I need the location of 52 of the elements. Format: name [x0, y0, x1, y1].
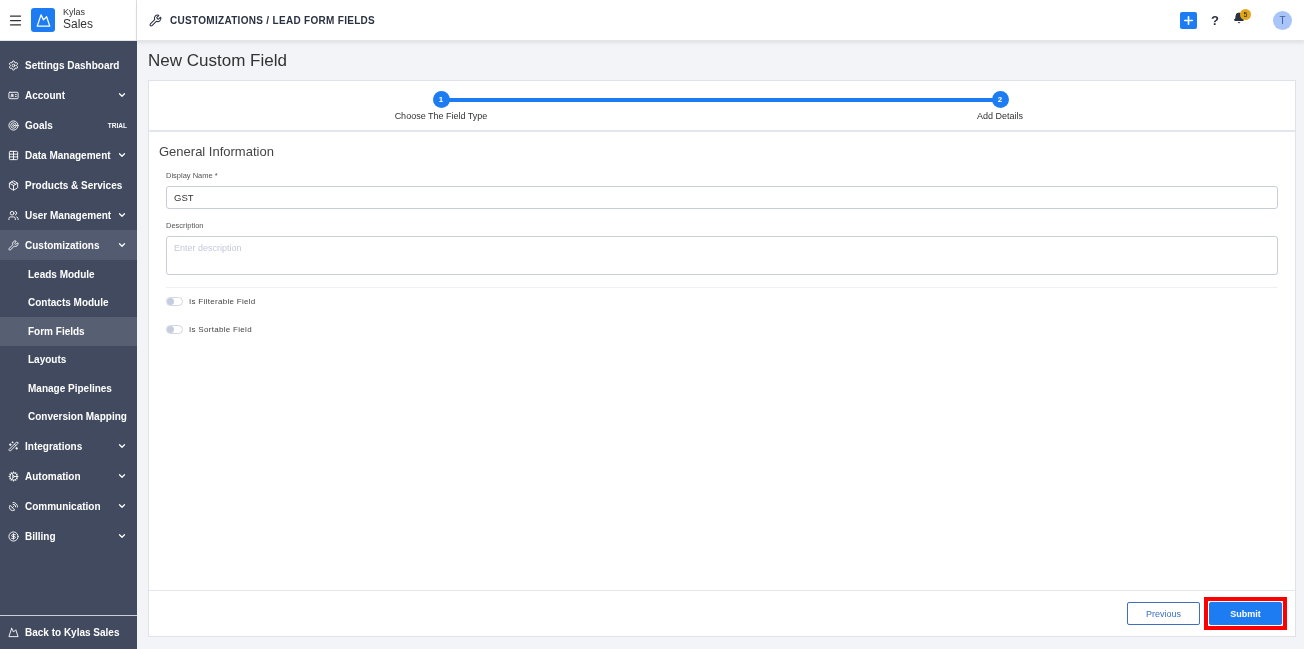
users-icon: [8, 209, 19, 221]
sidebar-subitem[interactable]: Layouts: [0, 345, 137, 374]
menu-icon[interactable]: [8, 12, 23, 28]
sidebar-item[interactable]: Products & Services: [0, 170, 137, 200]
toggle-label: Is Sortable Field: [189, 324, 252, 334]
step-number: 1: [432, 91, 450, 108]
breadcrumb: CUSTOMIZATIONS / LEAD FORM FIELDS: [170, 14, 376, 26]
sidebar-subitem[interactable]: Conversion Mapping: [0, 402, 137, 431]
submit-button[interactable]: Submit: [1209, 602, 1282, 625]
previous-button[interactable]: Previous: [1127, 602, 1200, 625]
sidebar-item[interactable]: Integrations: [0, 431, 137, 461]
settings-icon: [8, 59, 19, 71]
avatar[interactable]: T: [1273, 10, 1292, 30]
cog-icon: [8, 470, 19, 482]
sidebar-item[interactable]: Customizations: [0, 230, 137, 260]
brand-caption: Kylas: [63, 8, 86, 19]
text-field[interactable]: GST: [166, 186, 1278, 209]
sidebar-subitem[interactable]: Form Fields: [0, 317, 137, 346]
section-title: General Information: [159, 144, 275, 159]
logo-icon: [31, 8, 55, 32]
satellite-dish-icon: [8, 500, 19, 512]
sidebar-item[interactable]: Data Management: [0, 140, 137, 170]
sidebar-item[interactable]: Automation: [0, 461, 137, 491]
sidebar-item[interactable]: Communication: [0, 491, 137, 521]
back-link[interactable]: Back to Kylas Sales: [0, 615, 137, 649]
add-button[interactable]: [1180, 11, 1198, 29]
target-icon: [8, 119, 19, 131]
sidebar-item[interactable]: Account: [0, 80, 137, 110]
brand-name: Sales: [63, 18, 94, 32]
help-button[interactable]: ?: [1211, 12, 1219, 28]
sidebar-item[interactable]: User Management: [0, 200, 137, 230]
toggle-label: Is Filterable Field: [189, 297, 256, 306]
sidebar-subitem[interactable]: Leads Module: [0, 260, 137, 289]
step-label: Choose The Field Type: [394, 111, 488, 121]
step-number: 2: [991, 91, 1009, 108]
wrench-icon: [149, 13, 162, 27]
dollar-circle-icon: [8, 530, 19, 542]
sidebar-item[interactable]: Settings Dashboard: [0, 50, 137, 80]
package-icon: [8, 179, 19, 191]
toggle-switch[interactable]: [166, 324, 183, 334]
sidebar-subitem[interactable]: Manage Pipelines: [0, 374, 137, 403]
wand-icon: [8, 440, 19, 452]
logo-icon: [8, 627, 19, 638]
toggle-switch[interactable]: [166, 297, 183, 306]
id-card-icon: [8, 89, 19, 101]
step-label: Add Details: [977, 111, 1023, 121]
page-title: New Custom Field: [148, 51, 288, 71]
plus-icon: [1182, 13, 1196, 27]
sidebar-subitem[interactable]: Contacts Module: [0, 288, 137, 317]
wrench-icon: [8, 239, 19, 251]
sidebar-item[interactable]: Billing: [0, 521, 137, 551]
table-icon: [8, 149, 19, 161]
